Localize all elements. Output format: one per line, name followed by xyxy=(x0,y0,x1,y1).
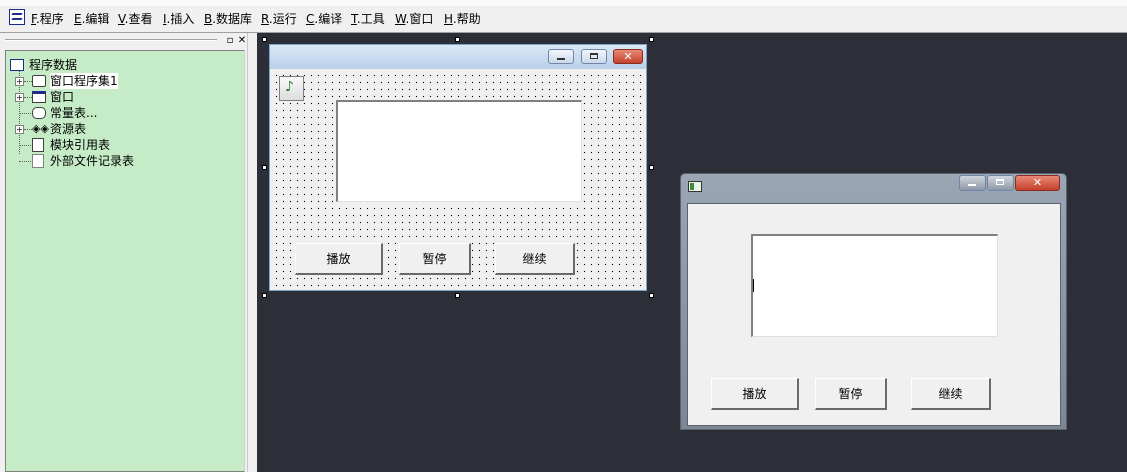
design-resume-button[interactable]: 继续 xyxy=(495,243,575,275)
resize-handle-s[interactable] xyxy=(455,293,460,298)
module-icon xyxy=(32,138,44,152)
minimize-icon xyxy=(968,184,976,186)
tree-item-label: 模块引用表 xyxy=(50,138,111,152)
media-player-icon[interactable] xyxy=(279,76,304,101)
expand-assembly-icon[interactable]: + xyxy=(15,77,24,86)
menu-window[interactable]: W.窗口 xyxy=(395,12,433,26)
resize-handle-sw[interactable] xyxy=(262,293,267,298)
close-button[interactable]: ✕ xyxy=(613,49,643,64)
maximize-icon xyxy=(590,53,598,59)
tree-item-label: 外部文件记录表 xyxy=(50,154,135,168)
close-icon: ✕ xyxy=(1032,176,1043,189)
menu-tools[interactable]: T.工具 xyxy=(351,12,385,26)
minimize-button[interactable] xyxy=(548,49,574,64)
program-data-icon xyxy=(10,59,24,71)
run-maximize-button[interactable] xyxy=(987,175,1014,191)
tree-connector xyxy=(24,129,32,130)
tree-connector xyxy=(19,161,31,162)
panel-splitter[interactable] xyxy=(247,33,257,472)
minimize-icon xyxy=(557,58,565,60)
tree-item-modules[interactable]: 模块引用表 xyxy=(6,137,206,153)
design-textbox[interactable] xyxy=(336,100,582,202)
constant-table-icon xyxy=(32,107,46,119)
run-pause-button[interactable]: 暂停 xyxy=(815,378,887,410)
tree-item-resources[interactable]: + ◈◈ 资源表 xyxy=(6,121,206,137)
tree-item-label: 资源表 xyxy=(50,122,87,136)
resource-icon: ◈◈ xyxy=(32,122,49,135)
resize-handle-nw[interactable] xyxy=(262,37,267,42)
design-pause-button[interactable]: 暂停 xyxy=(399,243,471,275)
tree-connector xyxy=(19,145,31,146)
tree-connector xyxy=(24,81,32,82)
panel-pin-icon[interactable]: ▫ xyxy=(225,36,235,46)
resize-handle-n[interactable] xyxy=(455,37,460,42)
resize-handle-ne[interactable] xyxy=(649,37,654,42)
menu-bar: F.程序 E.编辑 V.查看 I.插入 B.数据库 R.运行 C.编译 T.工具… xyxy=(0,6,1127,33)
menu-run[interactable]: R.运行 xyxy=(261,12,297,26)
tree-item-label: 窗口程序集1 xyxy=(50,73,118,89)
menu-compile[interactable]: C.编译 xyxy=(306,12,342,26)
menu-database[interactable]: B.数据库 xyxy=(204,12,252,26)
tree-item-window[interactable]: + 窗口 xyxy=(6,89,206,105)
app-logo-icon[interactable] xyxy=(9,9,25,25)
expand-resources-icon[interactable]: + xyxy=(15,125,24,134)
resize-handle-w[interactable] xyxy=(262,165,267,170)
window-icon xyxy=(32,91,46,103)
tree-root-label: 程序数据 xyxy=(29,58,78,72)
design-window-titlebar[interactable]: ✕ xyxy=(270,45,646,69)
maximize-button[interactable] xyxy=(581,49,607,64)
resize-handle-se[interactable] xyxy=(649,293,654,298)
run-textbox[interactable] xyxy=(751,234,998,337)
menu-help[interactable]: H.帮助 xyxy=(444,12,481,26)
close-icon: ✕ xyxy=(623,50,633,63)
panel-grip[interactable] xyxy=(5,39,217,41)
maximize-icon xyxy=(996,179,1004,185)
file-record-icon xyxy=(32,154,44,168)
panel-header: ▫ ✕ xyxy=(0,33,256,49)
menu-edit[interactable]: E.编辑 xyxy=(74,12,109,26)
window-app-icon xyxy=(688,181,702,192)
menu-insert[interactable]: I.插入 xyxy=(163,12,194,26)
resize-handle-e[interactable] xyxy=(649,165,654,170)
tree-item-assembly[interactable]: + 窗口程序集1 xyxy=(6,73,206,89)
tree-connector xyxy=(24,97,32,98)
text-caret xyxy=(753,279,754,292)
run-close-button[interactable]: ✕ xyxy=(1015,175,1060,191)
tree-item-file-records[interactable]: 外部文件记录表 xyxy=(6,153,206,169)
program-tree: 程序数据 + 窗口程序集1 + 窗口 常量表... + ◈◈ 资源表 模块引用表… xyxy=(5,50,245,472)
run-resume-button[interactable]: 继续 xyxy=(911,378,991,410)
program-data-panel: ▫ ✕ 程序数据 + 窗口程序集1 + 窗口 常量表... + ◈◈ 资源表 模… xyxy=(0,33,256,472)
menu-program[interactable]: F.程序 xyxy=(31,12,64,26)
menu-view[interactable]: V.查看 xyxy=(118,12,153,26)
assembly-icon xyxy=(32,75,46,87)
tree-item-constants[interactable]: 常量表... xyxy=(6,105,206,121)
tree-item-label: 窗口 xyxy=(50,90,75,104)
panel-close-icon[interactable]: ✕ xyxy=(237,36,247,46)
tree-item-label: 常量表... xyxy=(50,106,98,120)
design-play-button[interactable]: 播放 xyxy=(295,243,383,275)
tree-connector xyxy=(19,113,31,114)
run-minimize-button[interactable] xyxy=(959,175,986,191)
expand-window-icon[interactable]: + xyxy=(15,93,24,102)
run-play-button[interactable]: 播放 xyxy=(711,378,799,410)
